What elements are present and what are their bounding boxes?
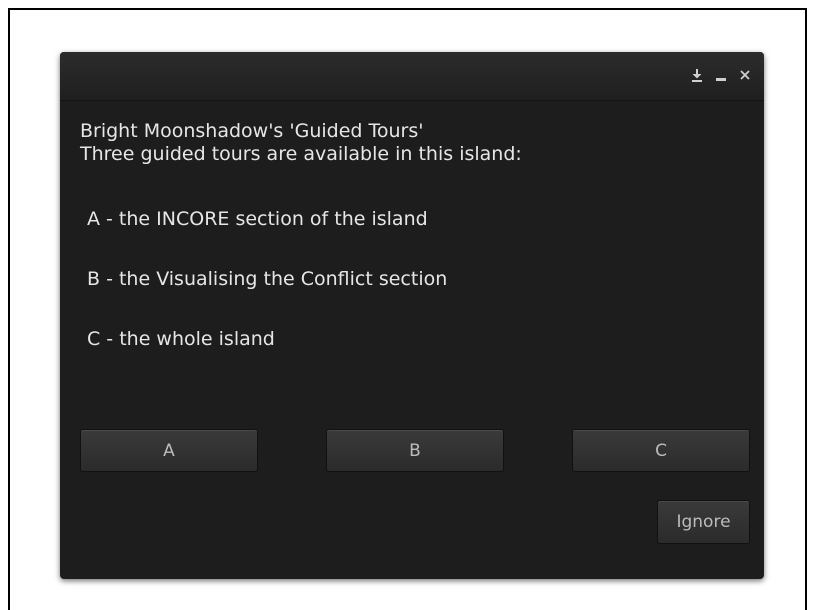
ignore-button[interactable]: Ignore [657,500,750,544]
titlebar-controls [690,68,752,82]
tour-option-b: B - the Visualising the Conflict section [87,268,448,290]
minimize-icon[interactable] [714,68,728,82]
script-dialog: Bright Moonshadow's 'Guided Tours' Three… [60,52,764,579]
close-icon[interactable] [738,68,752,82]
download-icon[interactable] [690,68,704,82]
choice-c-button[interactable]: C [572,429,750,472]
tour-option-c: C - the whole island [87,328,275,350]
choice-a-button[interactable]: A [80,429,258,472]
dialog-title-line: Bright Moonshadow's 'Guided Tours' [80,120,424,142]
choice-b-button[interactable]: B [326,429,504,472]
tour-options-list: A - the INCORE section of the island B -… [87,207,447,387]
dialog-message: Bright Moonshadow's 'Guided Tours' Three… [80,120,744,166]
dialog-subtitle-line: Three guided tours are available in this… [80,143,522,165]
dialog-titlebar [60,52,764,101]
tour-option-a: A - the INCORE section of the island [87,208,428,230]
